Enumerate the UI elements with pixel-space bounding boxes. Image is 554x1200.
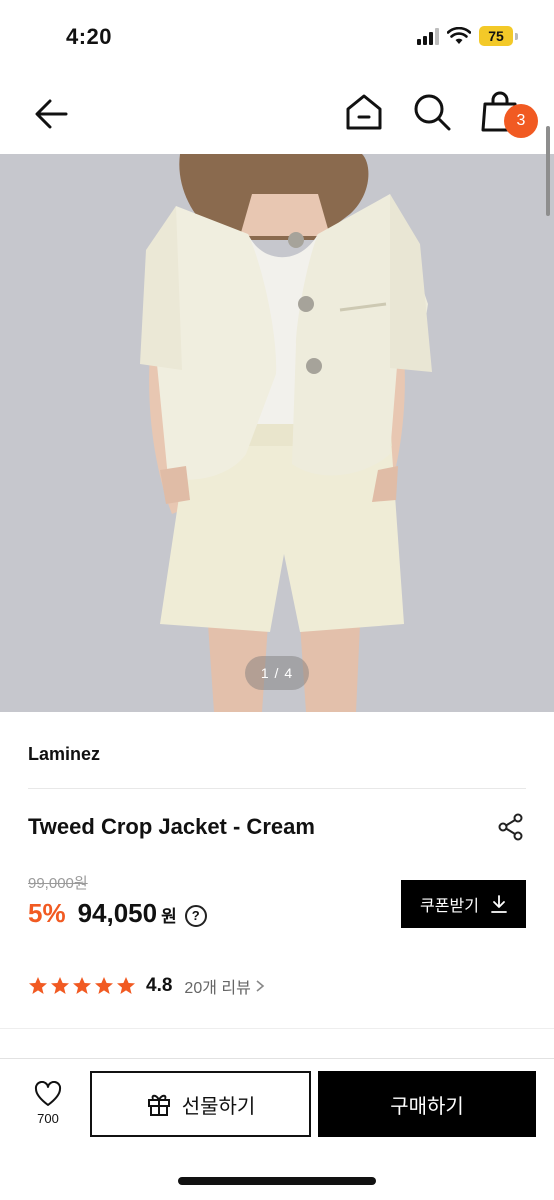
currency-unit: 원 (161, 907, 177, 926)
status-icons: 75 (417, 26, 518, 46)
scrollbar[interactable] (546, 126, 550, 216)
share-icon[interactable] (496, 812, 526, 842)
top-nav-bar (0, 72, 554, 154)
back-arrow-icon[interactable] (30, 92, 74, 136)
like-button[interactable]: 700 (20, 1081, 76, 1126)
heart-icon (34, 1081, 62, 1106)
brand-name[interactable]: Laminez (28, 744, 100, 765)
home-icon[interactable] (342, 90, 386, 134)
battery-level: 75 (479, 26, 513, 46)
gift-icon (147, 1094, 170, 1116)
star-icon (117, 977, 135, 994)
star-rating (28, 976, 136, 996)
star-icon (95, 977, 113, 994)
original-price: 99,000원 (28, 875, 88, 892)
review-link[interactable]: 20개 리뷰 (184, 974, 265, 998)
star-icon (73, 977, 91, 994)
home-indicator (178, 1177, 376, 1185)
search-icon[interactable] (410, 90, 454, 134)
star-icon (29, 977, 47, 994)
section-divider (0, 1028, 554, 1029)
bottom-action-bar: 700 선물하기 구매하기 (0, 1058, 554, 1200)
status-time: 4:20 (66, 24, 113, 49)
sale-price: 94,050 (77, 898, 158, 928)
gift-button-label: 선물하기 (181, 1095, 256, 1118)
rating-row: 4.8 20개 리뷰 (28, 974, 265, 998)
review-link-label: 20개 리뷰 (184, 980, 251, 997)
image-page-indicator: 1 / 4 (245, 656, 309, 690)
coupon-button-label: 쿠폰받기 (420, 898, 479, 915)
star-icon (51, 977, 69, 994)
price-row: 5% 94,050 원 ? (28, 898, 207, 929)
product-image[interactable]: 1 / 4 (0, 154, 554, 712)
battery-icon: 75 (479, 26, 518, 46)
divider (28, 788, 526, 789)
discount-rate: 5% (28, 898, 66, 928)
download-icon (491, 895, 507, 913)
gift-button[interactable]: 선물하기 (90, 1071, 311, 1137)
cart-count-badge: 3 (504, 104, 538, 138)
buy-button-label: 구매하기 (390, 1095, 464, 1118)
like-count: 700 (37, 1111, 59, 1126)
rating-value: 4.8 (146, 975, 173, 996)
product-title: Tweed Crop Jacket - Cream (28, 814, 315, 839)
buy-button[interactable]: 구매하기 (318, 1071, 536, 1137)
chevron-right-icon (256, 980, 265, 992)
wifi-icon (447, 27, 471, 44)
status-bar: 4:20 75 (0, 0, 554, 72)
price-help-icon[interactable]: ? (184, 904, 207, 927)
coupon-button[interactable]: 쿠폰받기 (401, 880, 526, 928)
product-photo-illustration (0, 154, 554, 712)
cellular-signal-icon (417, 27, 439, 45)
